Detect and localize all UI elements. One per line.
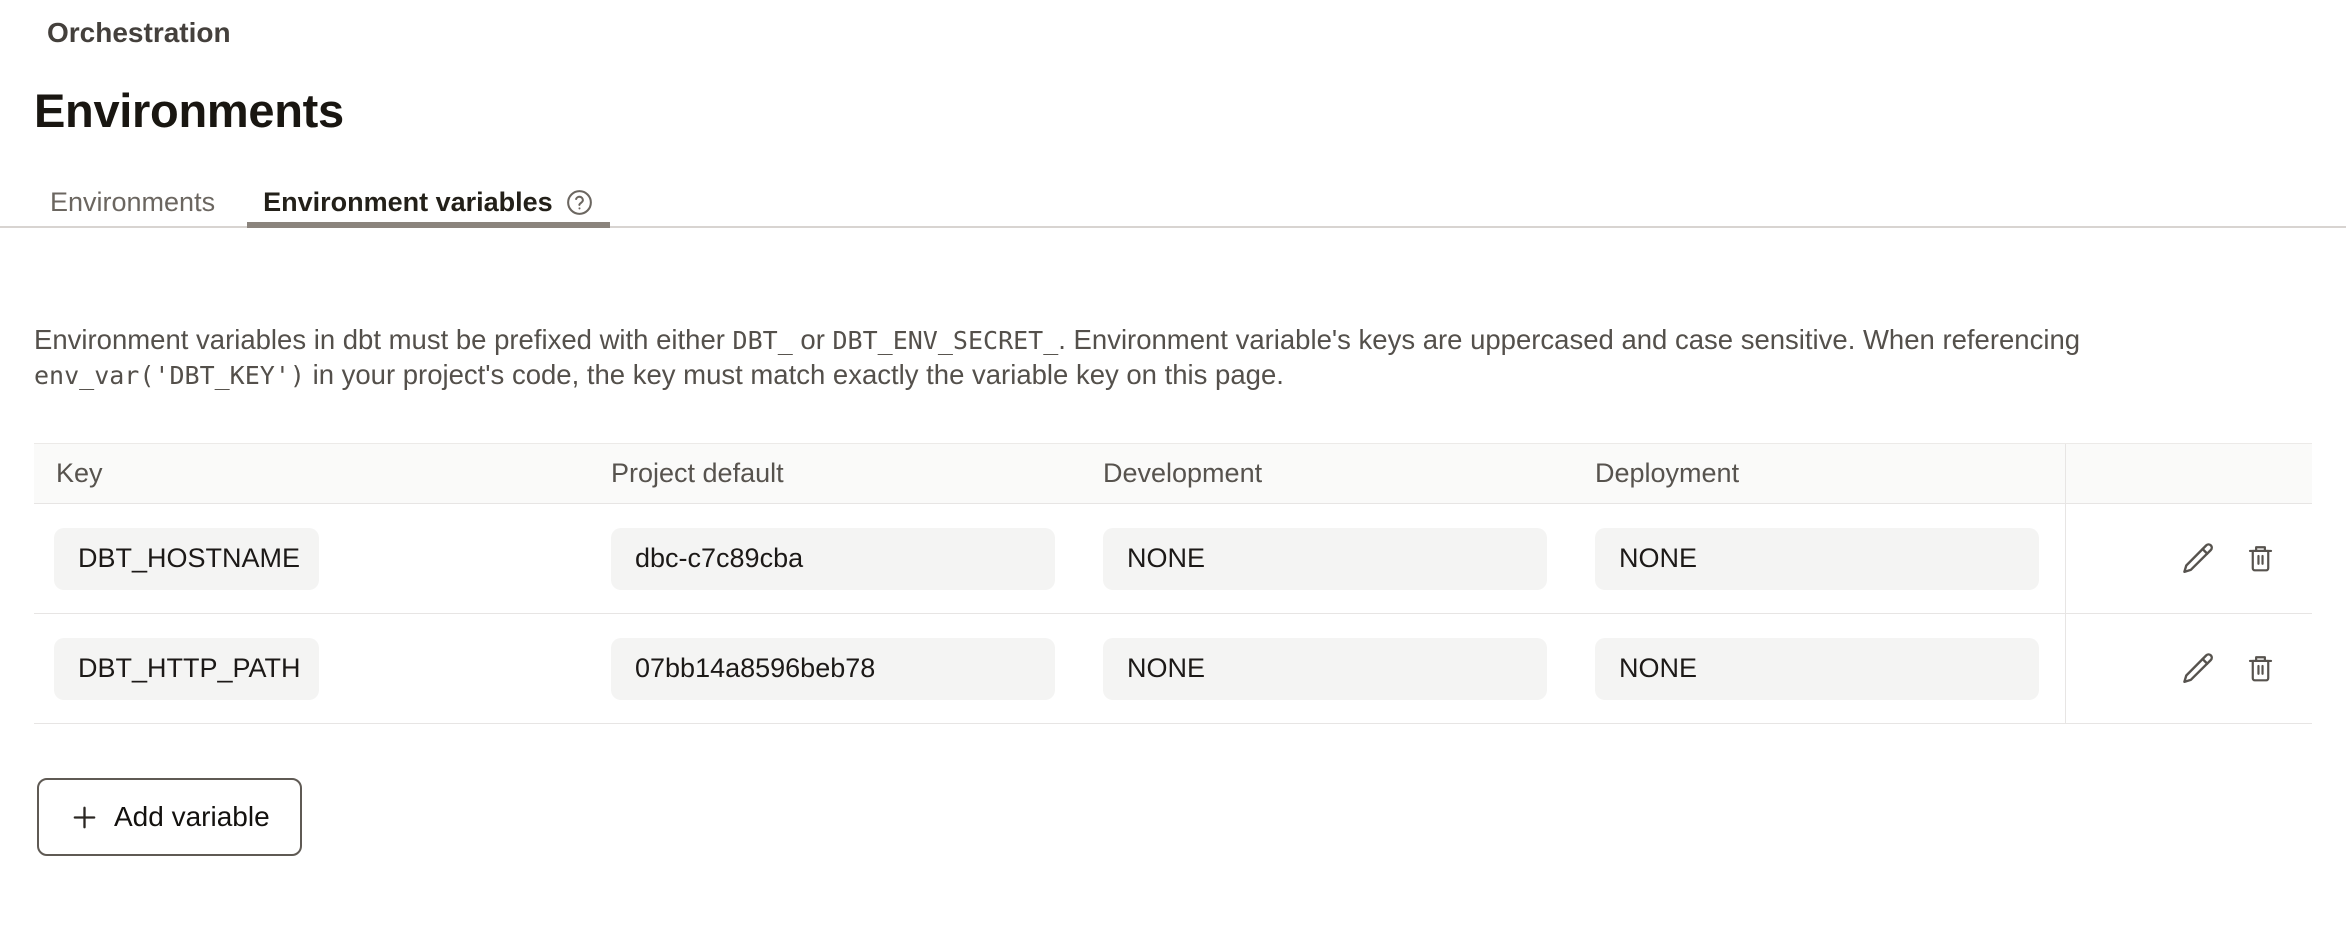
tab-environments-label: Environments xyxy=(50,187,215,218)
development-pill: NONE xyxy=(1103,528,1547,590)
description-text: Environment variables in dbt must be pre… xyxy=(34,324,733,355)
table-row: DBT_HTTP_PATH 07bb14a8596beb78 NONE NONE xyxy=(34,614,2312,724)
tab-environment-variables-label: Environment variables xyxy=(263,187,553,218)
trash-icon xyxy=(2243,541,2278,576)
project-default-pill: 07bb14a8596beb78 xyxy=(611,638,1055,700)
tab-environment-variables[interactable]: Environment variables xyxy=(247,178,610,226)
delete-button[interactable] xyxy=(2243,651,2278,686)
development-pill: NONE xyxy=(1103,638,1547,700)
add-variable-button[interactable]: Add variable xyxy=(37,778,302,856)
project-default-pill: dbc-c7c89cba xyxy=(611,528,1055,590)
plus-icon xyxy=(69,802,100,833)
page-title: Environments xyxy=(34,84,2346,138)
inline-code: env_var('DBT_KEY') xyxy=(34,361,305,390)
table-body: DBT_HOSTNAME dbc-c7c89cba NONE NONE xyxy=(34,504,2312,724)
description-text: or xyxy=(793,324,833,355)
inline-code: DBT_ xyxy=(733,326,793,355)
add-variable-label: Add variable xyxy=(114,801,270,833)
env-key-pill: DBT_HTTP_PATH xyxy=(54,638,319,700)
env-key-pill: DBT_HOSTNAME xyxy=(54,528,319,590)
pencil-icon xyxy=(2179,540,2217,578)
row-actions xyxy=(2065,504,2312,613)
description-line: Environment variables in dbt must be pre… xyxy=(34,323,2312,358)
deployment-pill: NONE xyxy=(1595,638,2039,700)
column-header-deployment: Deployment xyxy=(1595,458,2065,489)
breadcrumb: Orchestration xyxy=(47,18,2346,48)
tab-bar: Environments Environment variables xyxy=(0,178,2346,228)
column-header-development: Development xyxy=(1103,458,1595,489)
column-header-actions xyxy=(2065,444,2312,503)
deployment-pill: NONE xyxy=(1595,528,2039,590)
env-var-table: Key Project default Development Deployme… xyxy=(34,443,2312,724)
edit-button[interactable] xyxy=(2179,650,2217,688)
delete-button[interactable] xyxy=(2243,541,2278,576)
description-line: env_var('DBT_KEY') in your project's cod… xyxy=(34,358,2312,393)
circle-question-icon[interactable] xyxy=(565,188,594,217)
column-header-key: Key xyxy=(34,458,611,489)
description: Environment variables in dbt must be pre… xyxy=(34,323,2312,393)
description-text: in your project's code, the key must mat… xyxy=(305,359,1284,390)
edit-button[interactable] xyxy=(2179,540,2217,578)
tab-environments[interactable]: Environments xyxy=(34,178,231,226)
trash-icon xyxy=(2243,651,2278,686)
column-header-project-default: Project default xyxy=(611,458,1103,489)
pencil-icon xyxy=(2179,650,2217,688)
environments-page: Orchestration Environments Environments … xyxy=(0,18,2346,856)
table-row: DBT_HOSTNAME dbc-c7c89cba NONE NONE xyxy=(34,504,2312,614)
row-actions xyxy=(2065,614,2312,723)
inline-code: DBT_ENV_SECRET_ xyxy=(833,326,1059,355)
description-text: . Environment variable's keys are upperc… xyxy=(1058,324,2080,355)
table-header-row: Key Project default Development Deployme… xyxy=(34,444,2312,504)
